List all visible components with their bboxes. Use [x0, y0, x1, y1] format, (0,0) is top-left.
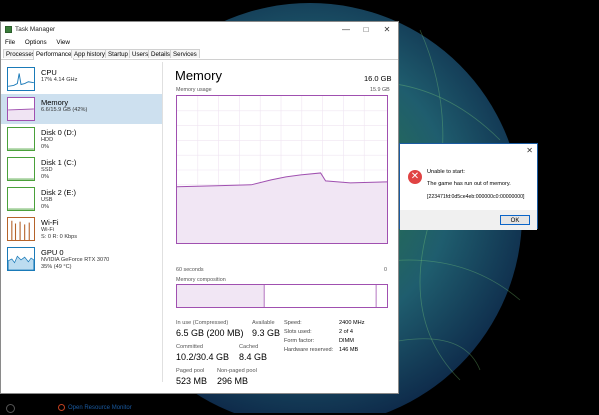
- sidebar-item-name: GPU 0: [41, 248, 64, 257]
- open-resource-monitor-link[interactable]: Open Resource Monitor: [68, 405, 132, 411]
- sidebar-item-memory[interactable]: Memory 6.6/15.9 GB (42%): [1, 94, 162, 124]
- memory-total: 16.0 GB: [364, 74, 392, 83]
- spec-form-label: Form factor:: [284, 338, 315, 344]
- tab-bar: Processes Performance App history Startu…: [1, 49, 398, 60]
- sidebar-item-name: Disk 0 (D:): [41, 128, 77, 137]
- tab-app-history[interactable]: App history: [71, 49, 108, 58]
- sidebar-item-detail: NVIDIA GeForce RTX 3070: [41, 257, 110, 263]
- title-bar: Task Manager — □ ✕: [1, 22, 398, 38]
- sidebar-item-detail: HDD: [41, 137, 54, 143]
- stat-paged-label: Paged pool: [176, 368, 205, 374]
- sidebar-item-disk0[interactable]: Disk 0 (D:) HDD 0%: [1, 124, 162, 154]
- spec-speed-label: Speed:: [284, 320, 302, 326]
- close-icon[interactable]: ✕: [377, 23, 397, 36]
- error-heading: Unable to start:: [427, 169, 465, 175]
- spec-slots-value: 2 of 4: [339, 329, 353, 335]
- sidebar-item-usage: S: 0 R: 0 Kbps: [41, 234, 78, 240]
- sidebar-item-usage: 35% (49 °C): [41, 264, 72, 270]
- sidebar-item-usage: 0%: [41, 174, 50, 180]
- task-manager-window: Task Manager — □ ✕ File Options View Pro…: [0, 21, 399, 413]
- sidebar-item-detail: USB: [41, 197, 53, 203]
- page-title: Memory: [175, 68, 222, 83]
- fewer-details-link[interactable]: Fewer details: [18, 405, 54, 411]
- sidebar-item-name: Memory: [41, 98, 69, 107]
- stat-nonpaged-label: Non-paged pool: [217, 368, 257, 374]
- error-icon: ✕: [408, 170, 422, 184]
- sidebar-item-usage: 0%: [41, 144, 50, 150]
- memory-composition-bar: [176, 284, 388, 308]
- spec-slots-label: Slots used:: [284, 329, 312, 335]
- graph-time-left: 60 seconds: [176, 267, 204, 273]
- ok-button[interactable]: OK: [500, 215, 530, 225]
- stat-committed-value: 10.2/30.4 GB: [176, 352, 230, 362]
- disk0-thumbnail: [7, 127, 35, 151]
- dialog-title-bar: ✕: [400, 144, 537, 157]
- menu-view[interactable]: View: [56, 38, 70, 48]
- error-dialog: ✕ ✕ Unable to start: The game has run ou…: [399, 143, 538, 230]
- tab-performance[interactable]: Performance: [33, 49, 75, 60]
- graph-time-right: 0: [384, 267, 387, 273]
- maximize-icon[interactable]: □: [356, 23, 376, 36]
- chevron-up-icon[interactable]: ^: [6, 404, 15, 413]
- usage-graph-label: Memory usage: [176, 87, 212, 93]
- sidebar-item-disk1[interactable]: Disk 1 (C:) SSD 0%: [1, 154, 162, 184]
- tab-startup[interactable]: Startup: [105, 49, 131, 58]
- stat-in-use-value: 6.5 GB (200 MB): [176, 328, 244, 338]
- sidebar-item-detail: 17% 4.14 GHz: [41, 77, 78, 83]
- disk2-thumbnail: [7, 187, 35, 211]
- stat-in-use-label: In use (Compressed): [176, 320, 229, 326]
- menu-options[interactable]: Options: [25, 38, 47, 48]
- sidebar-item-disk2[interactable]: Disk 2 (E:) USB 0%: [1, 184, 162, 214]
- spec-speed-value: 2400 MHz: [339, 320, 365, 326]
- memory-thumbnail: [7, 97, 35, 121]
- task-manager-icon: [5, 26, 12, 33]
- stat-cached-label: Cached: [239, 344, 259, 350]
- menu-file[interactable]: File: [5, 38, 15, 48]
- spec-form-value: DIMM: [339, 338, 354, 344]
- resource-sidebar: CPU 17% 4.14 GHz Memory 6.6/15.9 GB (42%…: [1, 62, 163, 382]
- stat-available-label: Available: [252, 320, 275, 326]
- usage-graph-max: 15.9 GB: [370, 87, 390, 93]
- stat-paged-value: 523 MB: [176, 376, 208, 386]
- sidebar-item-name: Disk 2 (E:): [41, 188, 77, 197]
- sidebar-item-name: CPU: [41, 68, 57, 77]
- cpu-thumbnail: [7, 67, 35, 91]
- close-icon[interactable]: ✕: [526, 146, 533, 155]
- sidebar-item-cpu[interactable]: CPU 17% 4.14 GHz: [1, 64, 162, 94]
- minimize-icon[interactable]: —: [336, 23, 356, 36]
- sidebar-item-detail: Wi-Fi: [41, 227, 55, 233]
- wifi-thumbnail: [7, 217, 35, 241]
- stat-available-value: 9.3 GB: [252, 328, 281, 338]
- spec-reserved-value: 146 MB: [339, 347, 359, 353]
- composition-label: Memory composition: [176, 277, 226, 283]
- error-code: [223471fd:0d5ce4eb:000000c0:00000000]: [427, 194, 525, 200]
- window-title: Task Manager: [15, 26, 56, 33]
- stat-cached-value: 8.4 GB: [239, 352, 268, 362]
- error-message: The game has run out of memory.: [427, 181, 511, 187]
- sidebar-item-detail: 6.6/15.9 GB (42%): [41, 107, 88, 113]
- sidebar-item-name: Disk 1 (C:): [41, 158, 77, 167]
- sidebar-item-usage: 0%: [41, 204, 50, 210]
- spec-reserved-label: Hardware reserved:: [284, 347, 334, 353]
- sidebar-item-name: Wi-Fi: [41, 218, 59, 227]
- memory-usage-graph: [176, 95, 388, 244]
- sidebar-item-wifi[interactable]: Wi-Fi Wi-Fi S: 0 R: 0 Kbps: [1, 214, 162, 244]
- menu-bar: File Options View: [1, 38, 398, 48]
- resource-monitor-icon: [58, 404, 65, 411]
- stat-nonpaged-value: 296 MB: [217, 376, 249, 386]
- tab-services[interactable]: Services: [170, 49, 200, 58]
- sidebar-item-detail: SSD: [41, 167, 53, 173]
- disk1-thumbnail: [7, 157, 35, 181]
- stat-committed-label: Committed: [176, 344, 204, 350]
- sidebar-item-gpu0[interactable]: GPU 0 NVIDIA GeForce RTX 3070 35% (49 °C…: [1, 244, 162, 274]
- gpu-thumbnail: [7, 247, 35, 271]
